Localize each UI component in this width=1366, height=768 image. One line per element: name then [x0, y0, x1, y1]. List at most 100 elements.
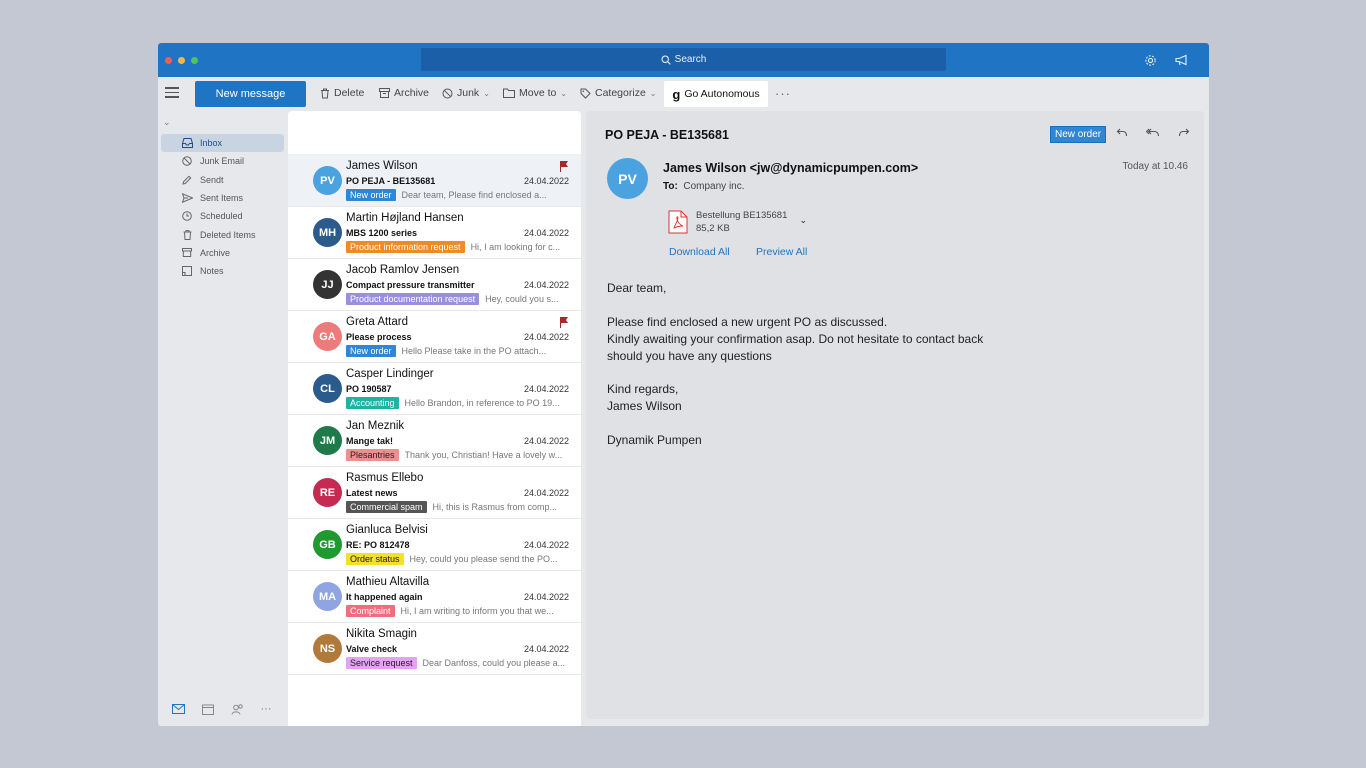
sidebar-item-sendt[interactable]: Sendt — [161, 171, 284, 189]
message-date: 24.04.2022 — [523, 540, 569, 550]
sidebar-item-junk-email[interactable]: Junk Email — [161, 152, 284, 170]
delete-label: Delete — [334, 87, 365, 99]
tag-row: Service request Dear Danfoss, could you p… — [346, 657, 576, 669]
category-tag[interactable]: Complaint — [346, 605, 395, 617]
sidebar-item-sent-items[interactable]: Sent Items — [161, 189, 284, 207]
message-row[interactable]: JM Jan Meznik Mange tak! 24.04.2022 Plesantr… — [288, 415, 581, 467]
message-row[interactable]: GB Gianluca Belvisi RE: PO 812478 24.04.202… — [288, 519, 581, 571]
sidebar-item-label: Notes — [200, 266, 224, 277]
sidebar-item-label: Junk Email — [200, 156, 245, 167]
people-icon[interactable] — [230, 702, 244, 716]
chevron-down-icon[interactable]: ⌄ — [163, 117, 171, 128]
category-tag[interactable]: Plesantries — [346, 449, 399, 461]
folder-icon — [503, 88, 515, 98]
archive-icon — [181, 247, 193, 259]
maximize-window-button[interactable] — [191, 57, 198, 64]
message-date: 24.04.2022 — [523, 592, 569, 602]
message-row[interactable]: PV James Wilson PO PEJA - BE135681 24.04.20… — [288, 155, 581, 207]
close-window-button[interactable] — [165, 57, 172, 64]
sidebar-item-archive[interactable]: Archive — [161, 244, 284, 262]
chevron-down-icon[interactable]: ⌄ — [799, 215, 807, 226]
go-autonomous-label: Go Autonomous — [684, 88, 760, 100]
avatar: NS — [313, 634, 342, 663]
delete-button[interactable]: Delete — [320, 87, 364, 99]
sender-address[interactable]: James Wilson <jw@dynamicpumpen.com> — [663, 161, 918, 175]
download-all-link[interactable]: Download All — [669, 246, 730, 258]
more-apps-button[interactable]: ··· — [259, 702, 273, 716]
gear-icon[interactable] — [1142, 52, 1158, 68]
menu-icon[interactable] — [165, 87, 179, 101]
category-tag[interactable]: Accounting — [346, 397, 399, 409]
pencil-icon — [181, 174, 193, 186]
search-input[interactable]: Search — [421, 48, 946, 71]
sidebar-item-label: Inbox — [200, 138, 223, 148]
message-row[interactable]: NS Nikita Smagin Valve check 24.04.2022 Serv… — [288, 623, 581, 675]
email-body-line: Please find enclosed a new urgent PO as … — [607, 314, 888, 329]
message-preview: Dear team, Please find enclosed a... — [401, 190, 547, 200]
mail-icon[interactable] — [171, 702, 185, 716]
category-tag[interactable]: New order — [346, 345, 396, 357]
forward-icon[interactable] — [1177, 125, 1191, 139]
move-to-button[interactable]: Move to ⌄ — [503, 87, 567, 99]
sender-name: Mathieu Altavilla — [346, 576, 430, 588]
category-tag[interactable]: Product information request — [346, 241, 465, 253]
archive-button[interactable]: Archive — [379, 87, 429, 99]
sidebar-item-inbox[interactable]: Inbox — [161, 134, 284, 152]
reply-all-icon[interactable] — [1146, 125, 1160, 139]
move-to-label: Move to — [519, 87, 557, 99]
recipient-name[interactable]: Company inc. — [683, 181, 744, 192]
message-row[interactable]: RE Rasmus Ellebo Latest news 24.04.2022 Comm… — [288, 467, 581, 519]
sender-name: Rasmus Ellebo — [346, 472, 424, 484]
recipient-line: To: Company inc. — [663, 181, 745, 192]
avatar: RE — [313, 478, 342, 507]
message-row[interactable]: CL Casper Lindinger PO 190587 24.04.2022 Acc… — [288, 363, 581, 415]
app-switcher: ··· — [158, 691, 288, 726]
message-subject: MBS 1200 series — [346, 228, 418, 238]
flag-icon[interactable] — [559, 160, 569, 172]
message-date: 24.04.2022 — [523, 488, 569, 498]
sidebar-item-deleted-items[interactable]: Deleted Items — [161, 226, 284, 244]
sender-avatar: PV — [607, 158, 648, 199]
category-tag[interactable]: New order — [346, 189, 396, 201]
new-message-button[interactable]: New message — [195, 81, 306, 107]
categorize-button[interactable]: Categorize ⌄ — [580, 87, 656, 99]
preview-all-link[interactable]: Preview All — [756, 246, 807, 258]
message-list: PV James Wilson PO PEJA - BE135681 24.04.20… — [288, 111, 581, 726]
message-subject: PO 190587 — [346, 384, 392, 394]
flag-icon[interactable] — [559, 316, 569, 328]
megaphone-icon[interactable] — [1174, 52, 1190, 68]
sidebar-item-label: Sent Items — [200, 192, 244, 203]
sender-name: Jacob Ramlov Jensen — [346, 264, 460, 276]
message-row[interactable]: MH Martin Højland Hansen MBS 1200 series 24… — [288, 207, 581, 259]
message-row[interactable]: JJ Jacob Ramlov Jensen Compact pressure tr… — [288, 259, 581, 311]
category-tag[interactable]: Commercial spam — [346, 501, 427, 513]
sidebar-item-scheduled[interactable]: Scheduled — [161, 207, 284, 225]
message-date: 24.04.2022 — [523, 280, 569, 290]
pdf-icon — [668, 210, 688, 233]
message-date: 24.04.2022 — [523, 228, 569, 238]
go-autonomous-button[interactable]: g Go Autonomous — [664, 81, 768, 107]
received-time: Today at 10.46 — [1122, 161, 1188, 172]
calendar-icon[interactable] — [201, 702, 215, 716]
category-tag[interactable]: Product documentation request — [346, 293, 480, 305]
sender-name: Nikita Smagin — [346, 628, 417, 640]
message-preview: Hey, could you please send the PO... — [409, 554, 558, 564]
category-tag[interactable]: Service request — [346, 657, 417, 669]
sidebar-item-notes[interactable]: Notes — [161, 262, 284, 280]
message-preview: Dear Danfoss, could you please a... — [422, 658, 566, 668]
message-preview: Hi, I am looking for c... — [470, 242, 561, 252]
more-options-button[interactable]: ··· — [775, 86, 791, 101]
attachment-card[interactable]: Bestellung BE135681 85,2 KB ⌄ — [663, 205, 811, 238]
folder-sidebar: ⌄ Inbox Junk Email Sendt Sent Items Schedule… — [158, 111, 288, 726]
message-row[interactable]: MA Mathieu Altavilla It happened again 24.0… — [288, 571, 581, 623]
message-date: 24.04.2022 — [523, 644, 569, 654]
inbox-icon — [181, 137, 193, 149]
avatar: MA — [313, 582, 342, 611]
message-row[interactable]: GA Greta Attard Please process 24.04.2022 Ne… — [288, 311, 581, 363]
category-tag[interactable]: Order status — [346, 553, 404, 565]
chevron-down-icon: ⌄ — [560, 88, 568, 98]
minimize-window-button[interactable] — [178, 57, 185, 64]
junk-button[interactable]: Junk ⌄ — [442, 87, 490, 99]
reply-icon[interactable] — [1115, 125, 1129, 139]
category-tag[interactable]: New order — [1050, 126, 1107, 143]
